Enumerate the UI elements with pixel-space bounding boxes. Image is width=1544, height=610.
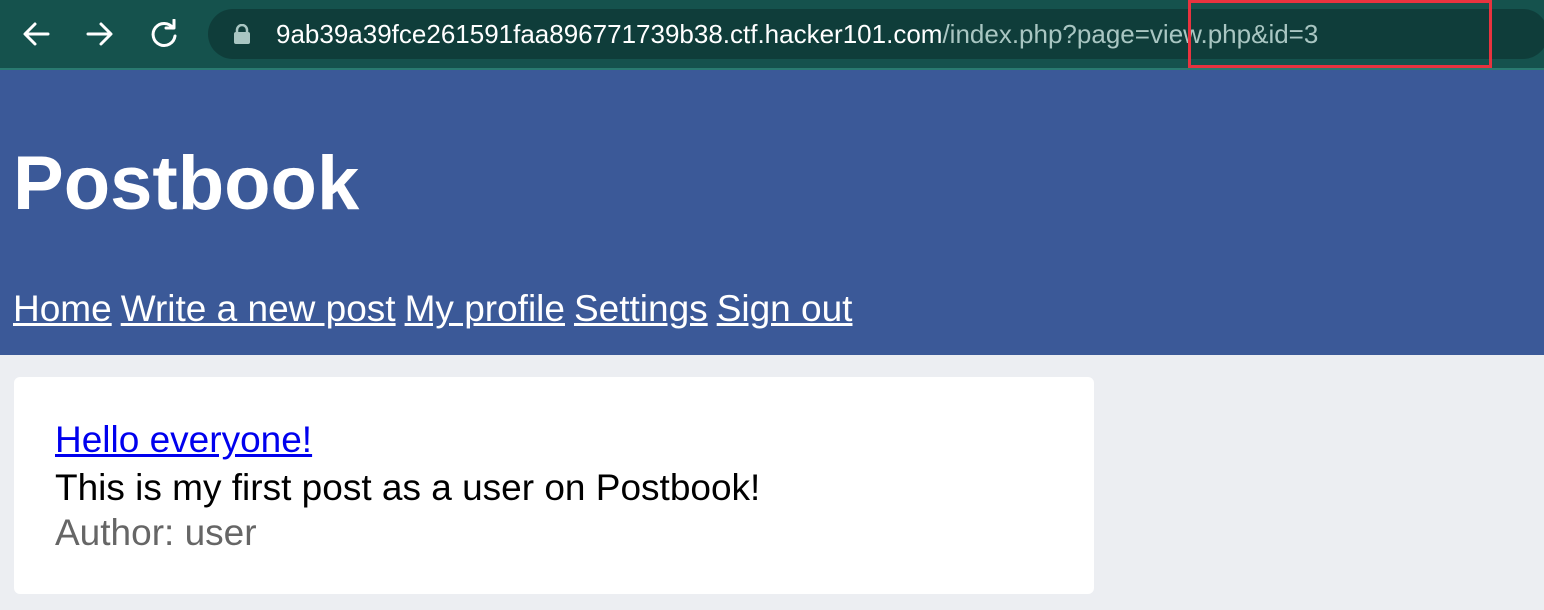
lock-icon: [234, 24, 250, 44]
post-card: Hello everyone! This is my first post as…: [14, 377, 1094, 594]
post-body: This is my first post as a user on Postb…: [55, 467, 761, 508]
address-bar[interactable]: 9ab39a39fce261591faa896771739b38.ctf.hac…: [208, 9, 1544, 59]
url-text[interactable]: 9ab39a39fce261591faa896771739b38.ctf.hac…: [276, 9, 1318, 59]
nav-link-home[interactable]: Home: [13, 288, 112, 329]
nav-link-sign-out[interactable]: Sign out: [717, 288, 853, 329]
browser-toolbar: 9ab39a39fce261591faa896771739b38.ctf.hac…: [0, 0, 1544, 70]
url-host: 9ab39a39fce261591faa896771739b38.ctf.hac…: [276, 19, 943, 49]
arrow-right-icon: [86, 22, 113, 46]
main-nav: Home Write a new post My profile Settings Si…: [13, 290, 861, 327]
nav-link-write-post[interactable]: Write a new post: [121, 288, 396, 329]
nav-link-settings[interactable]: Settings: [574, 288, 708, 329]
forward-button[interactable]: [80, 14, 120, 54]
back-button[interactable]: [16, 14, 56, 54]
url-path: /index.php?page=view.php&id=3: [942, 19, 1319, 49]
site-title: Postbook: [13, 141, 360, 226]
reload-button[interactable]: [144, 14, 184, 54]
post-title-link[interactable]: Hello everyone!: [55, 421, 312, 458]
arrow-left-icon: [23, 22, 50, 46]
reload-icon: [151, 19, 177, 47]
nav-link-my-profile[interactable]: My profile: [405, 288, 565, 329]
site-header: Postbook Home Write a new post My profile S…: [0, 70, 1544, 355]
post-author: Author: user: [55, 512, 257, 553]
